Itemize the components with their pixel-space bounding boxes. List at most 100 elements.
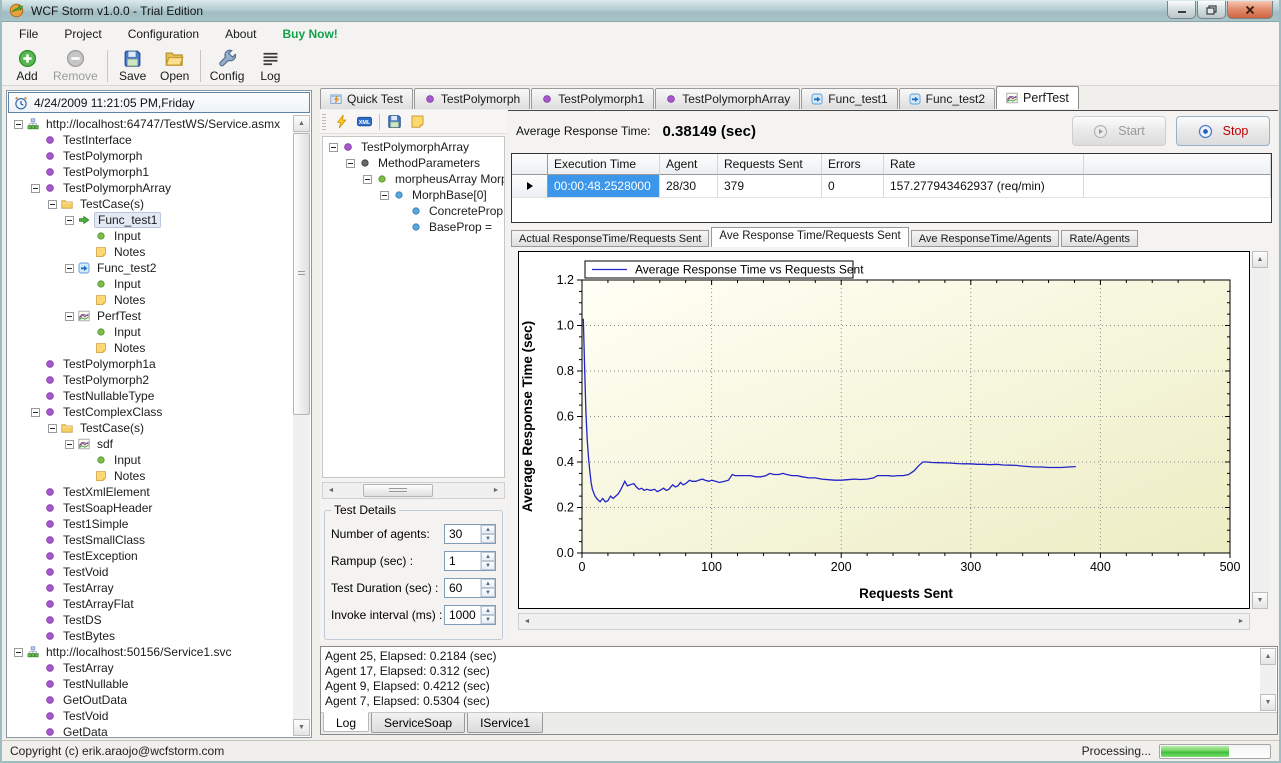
stepper-value[interactable]: 1000	[445, 606, 480, 624]
scroll-thumb[interactable]	[293, 133, 310, 415]
save-button[interactable]: Save	[112, 47, 154, 85]
tree-item-testnullable[interactable]: TestNullable	[8, 676, 293, 692]
add-button[interactable]: Add	[6, 47, 48, 85]
request-hscrollbar[interactable]: ◄ ►	[322, 482, 505, 499]
tree-item-notes[interactable]: Notes	[8, 468, 293, 484]
tree-item-testvoid[interactable]: TestVoid	[8, 708, 293, 724]
tree-item-testpolymorpharray[interactable]: TestPolymorphArray	[323, 139, 504, 155]
rampup-sec-stepper[interactable]: 1▲▼	[444, 551, 496, 571]
tree-item-getdata[interactable]: GetData	[8, 724, 293, 736]
tab-testpolymorph1[interactable]: TestPolymorph1	[531, 88, 654, 109]
tree-item-input[interactable]: Input	[8, 276, 293, 292]
tree-item-sdf[interactable]: sdf	[8, 436, 293, 452]
tab-testpolymorpharray[interactable]: TestPolymorphArray	[655, 88, 800, 109]
tree-expander-icon[interactable]	[65, 440, 74, 449]
tree-item-testds[interactable]: TestDS	[8, 612, 293, 628]
tree-item-testcomplexclass[interactable]: TestComplexClass	[8, 404, 293, 420]
tree-item-methodparameters[interactable]: MethodParameters	[323, 155, 504, 171]
title-bar[interactable]: WCF Storm v1.0.0 - Trial Edition	[0, 0, 1281, 22]
minimize-button[interactable]	[1167, 1, 1196, 19]
log-tab-log[interactable]: Log	[323, 712, 369, 732]
tree-item-morpheusarray-morphbase[interactable]: morpheusArray MorphBase[]	[323, 171, 504, 187]
test-duration-sec-stepper[interactable]: 60▲▼	[444, 578, 496, 598]
grid-row[interactable]: 00:00:48.252800028/303790157.27794346293…	[512, 175, 1271, 198]
tree-item-testsmallclass[interactable]: TestSmallClass	[8, 532, 293, 548]
tree-item-input[interactable]: Input	[8, 324, 293, 340]
tree-item-testpolymorph1[interactable]: TestPolymorph1	[8, 164, 293, 180]
stepper-value[interactable]: 30	[445, 525, 480, 543]
subtab-ave-responsetime-agents[interactable]: Ave ResponseTime/Agents	[911, 230, 1060, 247]
menu-item-file[interactable]: File	[6, 23, 51, 45]
grid-cell[interactable]: 157.277943462937 (req/min)	[884, 175, 1084, 198]
menu-item-buy-now[interactable]: Buy Now!	[269, 23, 350, 45]
scroll-thumb[interactable]	[363, 484, 433, 497]
tree-expander-icon[interactable]	[14, 648, 23, 657]
tree-item-func-test1[interactable]: Func_test1	[8, 212, 293, 228]
tree-item-testpolymorph1a[interactable]: TestPolymorph1a	[8, 356, 293, 372]
tree-item-testpolymorph2[interactable]: TestPolymorph2	[8, 372, 293, 388]
save-icon[interactable]	[387, 114, 402, 129]
tree-item-testinterface[interactable]: TestInterface	[8, 132, 293, 148]
tree-item-getoutdata[interactable]: GetOutData	[8, 692, 293, 708]
spin-up-icon[interactable]: ▲	[481, 552, 495, 561]
stop-button[interactable]: Stop	[1176, 116, 1270, 146]
log-tab-iservice1[interactable]: IService1	[467, 713, 543, 733]
tab-quick-test[interactable]: Quick Test	[320, 88, 413, 109]
tree-item-func-test2[interactable]: Func_test2	[8, 260, 293, 276]
tree-item-testvoid[interactable]: TestVoid	[8, 564, 293, 580]
tree-item-notes[interactable]: Notes	[8, 292, 293, 308]
column-header-agent[interactable]: Agent	[660, 154, 718, 175]
tree-item-perftest[interactable]: PerfTest	[8, 308, 293, 324]
lightning-icon[interactable]	[334, 114, 349, 129]
open-button[interactable]: Open	[154, 47, 196, 85]
log-button[interactable]: Log	[249, 47, 291, 85]
xml-icon[interactable]: XML	[357, 114, 372, 129]
menu-item-project[interactable]: Project	[51, 23, 114, 45]
spin-up-icon[interactable]: ▲	[481, 606, 495, 615]
tree-item-testsoapheader[interactable]: TestSoapHeader	[8, 500, 293, 516]
scroll-up-icon[interactable]: ▲	[1260, 648, 1276, 665]
explorer-scrollbar[interactable]: ▲ ▼	[293, 115, 310, 736]
tree-item-testpolymorph[interactable]: TestPolymorph	[8, 148, 293, 164]
tab-func-test1[interactable]: Func_test1	[801, 88, 897, 109]
scroll-down-icon[interactable]: ▼	[1260, 694, 1276, 711]
menu-item-about[interactable]: About	[212, 23, 269, 45]
tree-item-baseprop[interactable]: BaseProp =	[323, 219, 504, 235]
tree-item-concreteprop[interactable]: ConcreteProp	[323, 203, 504, 219]
log-output[interactable]: Agent 25, Elapsed: 0.2184 (sec)Agent 17,…	[325, 649, 1257, 710]
scroll-left-icon[interactable]: ◄	[323, 483, 339, 498]
scroll-right-icon[interactable]: ►	[1233, 614, 1249, 629]
grid-cell[interactable]: 28/30	[660, 175, 718, 198]
tree-item-testnullabletype[interactable]: TestNullableType	[8, 388, 293, 404]
log-tab-servicesoap[interactable]: ServiceSoap	[371, 713, 465, 733]
tree-expander-icon[interactable]	[48, 424, 57, 433]
spin-down-icon[interactable]: ▼	[481, 534, 495, 543]
column-header-requests-sent[interactable]: Requests Sent	[718, 154, 822, 175]
tree-item-test1simple[interactable]: Test1Simple	[8, 516, 293, 532]
log-scrollbar[interactable]: ▲ ▼	[1260, 648, 1276, 711]
grid-cell[interactable]: 0	[822, 175, 884, 198]
subtab-ave-response-time-requests-sent[interactable]: Ave Response Time/Requests Sent	[711, 227, 908, 247]
spin-down-icon[interactable]: ▼	[481, 561, 495, 570]
column-header-errors[interactable]: Errors	[822, 154, 884, 175]
number-of-agents-stepper[interactable]: 30▲▼	[444, 524, 496, 544]
tree-item-testbytes[interactable]: TestBytes	[8, 628, 293, 644]
toolbar-grip[interactable]	[322, 114, 326, 130]
tree-item-testpolymorpharray[interactable]: TestPolymorphArray	[8, 180, 293, 196]
tree-item-morphbase-0[interactable]: MorphBase[0]	[323, 187, 504, 203]
scroll-left-icon[interactable]: ◄	[519, 614, 535, 629]
tab-perftest[interactable]: PerfTest	[996, 86, 1079, 109]
scroll-down-icon[interactable]: ▼	[1252, 592, 1268, 609]
close-button[interactable]	[1227, 1, 1273, 19]
tree-item-testxmlelement[interactable]: TestXmlElement	[8, 484, 293, 500]
tree-item-testexception[interactable]: TestException	[8, 548, 293, 564]
tree-expander-icon[interactable]	[14, 120, 23, 129]
tree-expander-icon[interactable]	[65, 312, 74, 321]
row-selector[interactable]	[512, 175, 548, 198]
tree-item-testcase-s[interactable]: TestCase(s)	[8, 196, 293, 212]
scroll-down-icon[interactable]: ▼	[293, 719, 310, 736]
tree-item-http-localhost-64747-testws-service-asmx[interactable]: http://localhost:64747/TestWS/Service.as…	[8, 116, 293, 132]
tree-expander-icon[interactable]	[329, 143, 338, 152]
tree-item-testarrayflat[interactable]: TestArrayFlat	[8, 596, 293, 612]
tree-item-testarray[interactable]: TestArray	[8, 660, 293, 676]
